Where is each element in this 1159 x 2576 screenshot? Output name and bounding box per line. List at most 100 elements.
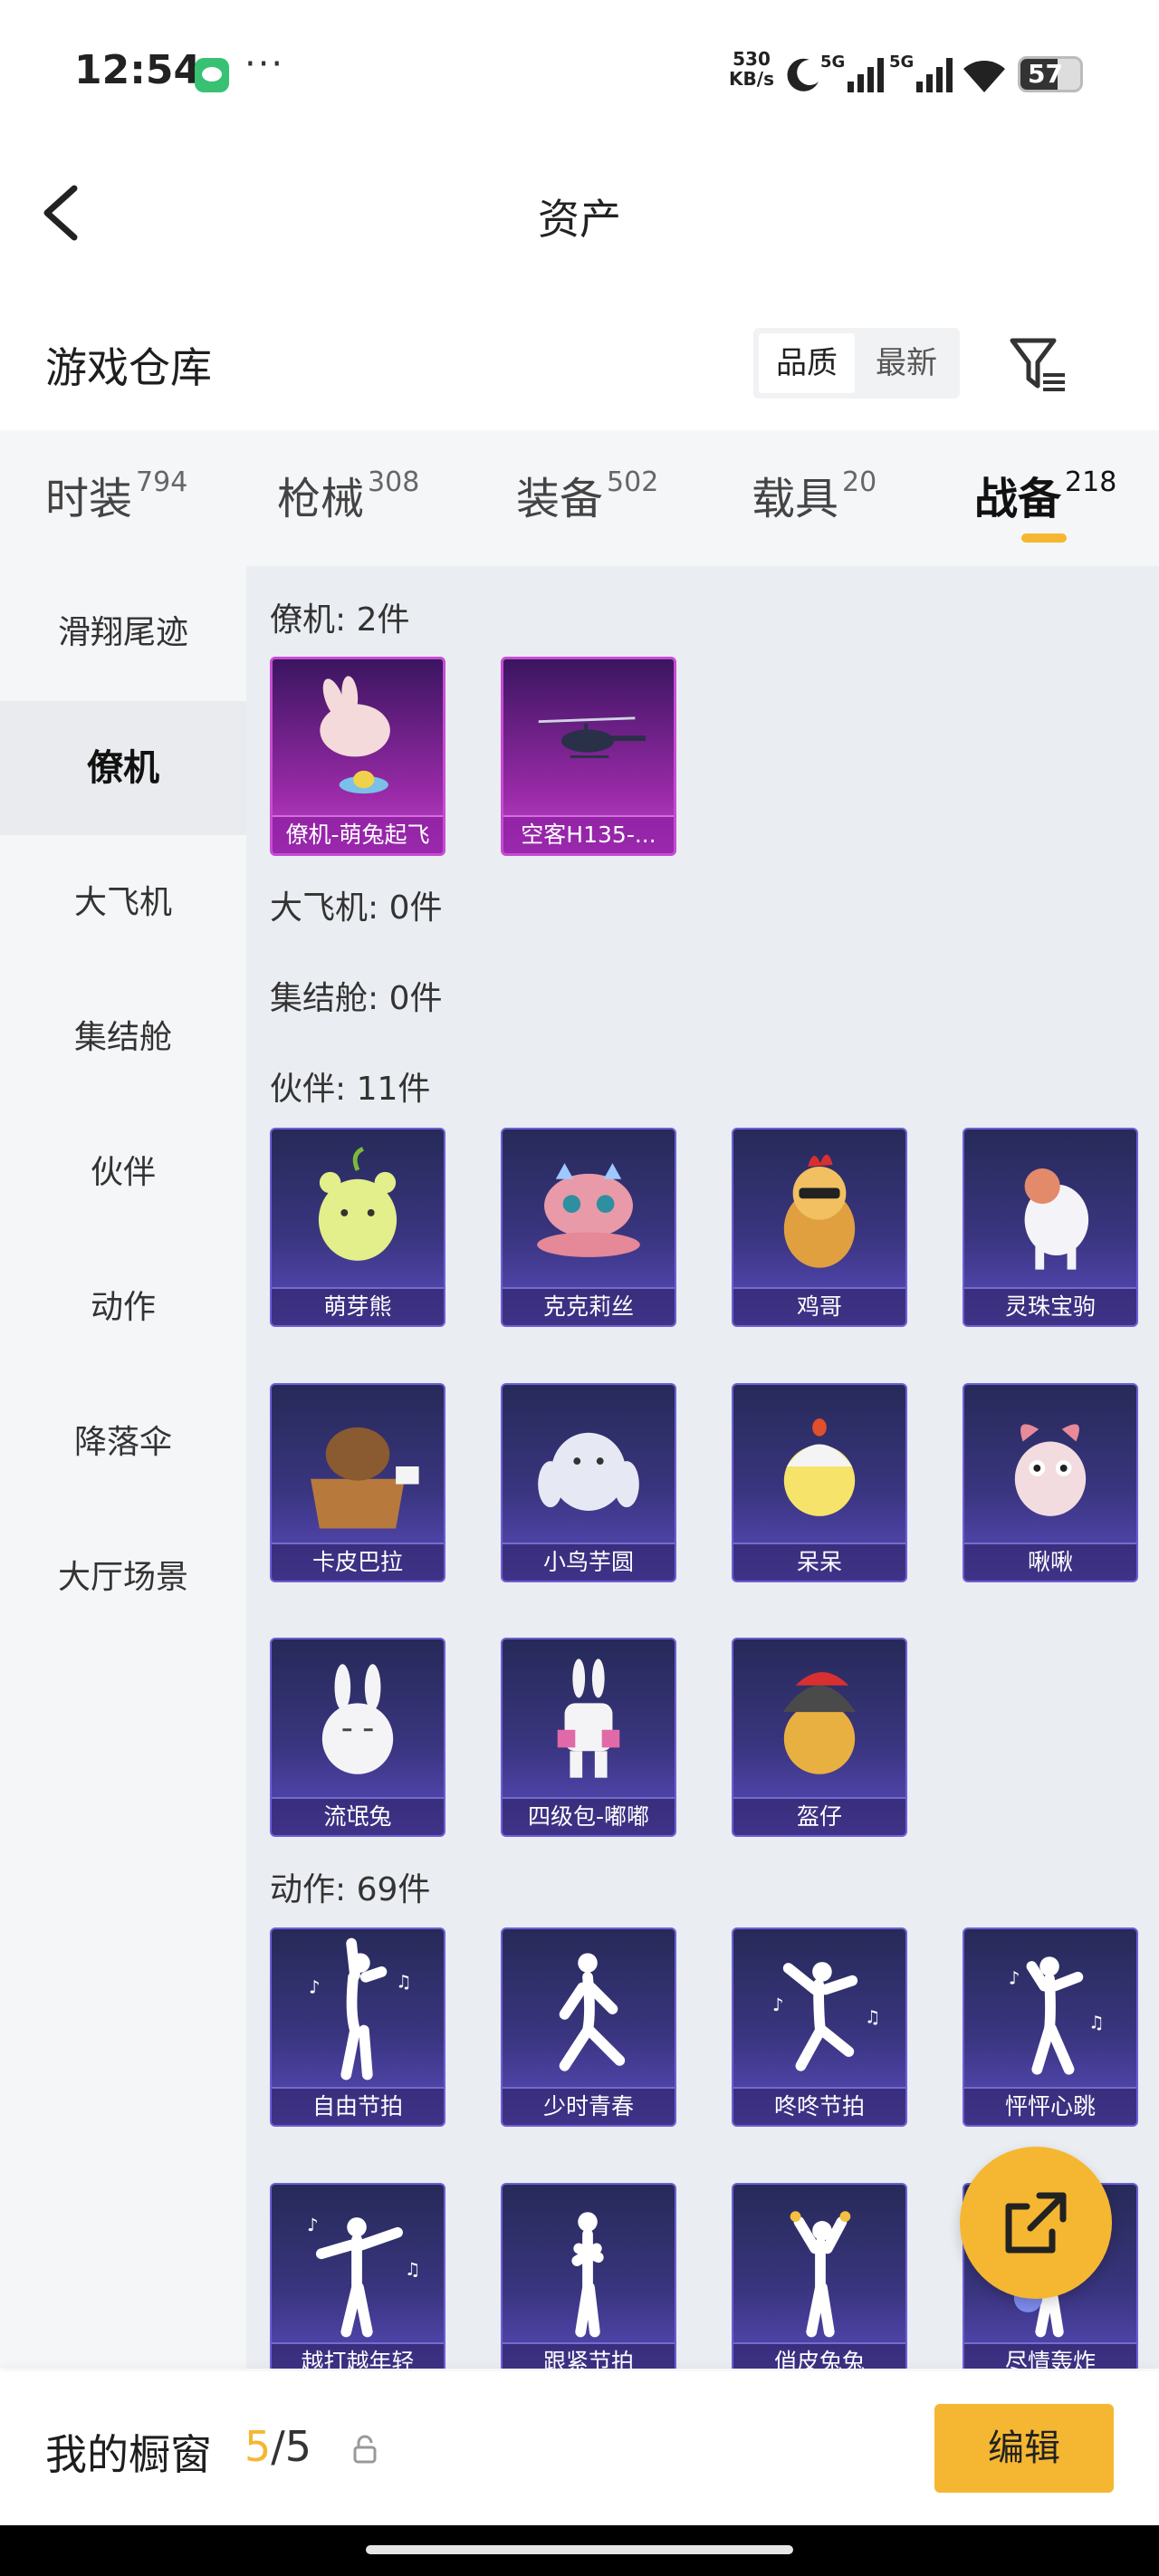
share-floating-button[interactable]	[960, 2147, 1112, 2299]
item-card-label: 跟紧节拍	[503, 2342, 675, 2369]
app-header: 资产	[0, 145, 1159, 281]
tab-label: 枪械	[277, 474, 365, 524]
lingzhu-pony-image	[1024, 1168, 1089, 1270]
signal-5g-icon-1: 5G	[820, 53, 884, 92]
item-card-label: 俏皮兔兔	[733, 2342, 905, 2369]
tab-fashion[interactable]: 时装 794	[45, 463, 187, 526]
warehouse-title-row: 游戏仓库 品质 最新	[0, 308, 1159, 421]
item-card-label: 盔仔	[733, 1797, 905, 1835]
item-card-action[interactable]: 少时青春	[501, 1927, 676, 2127]
item-card-partner[interactable]: 四级包-嘟嘟	[501, 1638, 676, 1837]
tab-equipment[interactable]: 装备 502	[516, 463, 658, 526]
group-label-gather-pod: 集结舱: 0件	[270, 980, 443, 1017]
tab-vehicles[interactable]: 载具 20	[752, 463, 876, 526]
dancer-pose-image	[790, 2211, 851, 2338]
network-speed-unit: KB/s	[729, 68, 774, 90]
network-speed: 530 KB/s	[724, 49, 779, 89]
tab-count: 502	[607, 466, 659, 498]
svg-text:♪: ♪	[1009, 1968, 1020, 1989]
sidebar-item-action[interactable]: 动作	[0, 1241, 246, 1375]
tab-guns[interactable]: 枪械 308	[277, 463, 419, 526]
filter-icon[interactable]	[1007, 333, 1070, 397]
home-indicator[interactable]	[366, 2545, 793, 2554]
dancer-pose-image: ♪♫	[1009, 1956, 1105, 2075]
dancer-pose-image: ♪♫	[772, 1962, 881, 2071]
sub-category-sidebar: 滑翔尾迹 僚机 大飞机 集结舱 伙伴 动作 降落伞 大厅场景	[0, 566, 246, 2369]
item-card-partner[interactable]: 流氓兔	[270, 1638, 445, 1837]
item-card-label: 啾啾	[964, 1543, 1136, 1581]
share-external-icon	[1005, 2192, 1067, 2254]
network-speed-value: 530	[733, 48, 771, 70]
showcase-total: /5	[271, 2422, 312, 2471]
svg-text:♫: ♫	[865, 2007, 881, 2028]
signal-5g-icon-2: 5G	[889, 53, 953, 92]
item-card-partner[interactable]: 卡皮巴拉	[270, 1383, 445, 1582]
item-card-partner[interactable]: 鸡哥	[732, 1128, 907, 1327]
sidebar-item-big-plane[interactable]: 大飞机	[0, 836, 246, 970]
item-card-label: 灵珠宝驹	[964, 1287, 1136, 1325]
category-tabs: 时装 794 枪械 308 装备 502 载具 20 战备 218	[0, 430, 1159, 566]
item-card-label: 萌芽熊	[272, 1287, 444, 1325]
group-label-wingman: 僚机: 2件	[270, 601, 410, 639]
helmet-chick-image	[782, 1672, 857, 1774]
item-card-label: 呆呆	[733, 1543, 905, 1581]
item-card-label: 僚机-萌兔起飞	[273, 815, 443, 853]
item-card-partner[interactable]: 呆呆	[732, 1383, 907, 1582]
item-card-action[interactable]: 俏皮兔兔	[732, 2183, 907, 2369]
lock-icon	[353, 2435, 377, 2464]
item-card-action[interactable]: ♪ ♫ 怦怦心跳	[963, 1927, 1138, 2127]
item-card-partner[interactable]: 盔仔	[732, 1638, 907, 1837]
svg-text:♪: ♪	[772, 1994, 784, 2015]
sort-by-newest-button[interactable]: 最新	[858, 333, 954, 393]
tab-count: 794	[136, 466, 188, 498]
sidebar-item-glide-trail[interactable]: 滑翔尾迹	[0, 566, 246, 700]
item-card-partner[interactable]: 啾啾	[963, 1383, 1138, 1582]
item-card-label: 卡皮巴拉	[272, 1543, 444, 1581]
item-card-label: 鸡哥	[733, 1287, 905, 1325]
level-4-bag-dudu-image	[557, 1658, 620, 1778]
wifi-icon	[963, 61, 1005, 92]
item-card-partner[interactable]: 萌芽熊	[270, 1128, 445, 1327]
sort-by-quality-button[interactable]: 品质	[759, 333, 855, 393]
item-card-label: 怦怦心跳	[964, 2087, 1136, 2125]
tab-count: 218	[1065, 466, 1117, 498]
system-navigation-bar	[0, 2525, 1159, 2576]
item-card-label: 空客H135-...	[503, 815, 674, 853]
item-card-action[interactable]: ♪ ♫ 自由节拍	[270, 1927, 445, 2127]
item-card-label: 流氓兔	[272, 1797, 444, 1835]
helicopter-image	[538, 716, 646, 758]
showcase-bar: 我的橱窗 5/5 编辑	[0, 2371, 1159, 2525]
sidebar-item-gather-pod[interactable]: 集结舱	[0, 971, 246, 1105]
sidebar-item-wingman[interactable]: 僚机	[0, 701, 246, 835]
item-card-partner[interactable]: 克克莉丝	[501, 1128, 676, 1327]
item-card-partner[interactable]: 小鸟芋圆	[501, 1383, 676, 1582]
chicken-brother-image	[783, 1154, 856, 1268]
item-card-label: 少时青春	[503, 2087, 675, 2125]
status-time: 12:54	[74, 47, 202, 93]
edit-showcase-button[interactable]: 编辑	[934, 2404, 1114, 2493]
sidebar-item-parachute[interactable]: 降落伞	[0, 1376, 246, 1510]
tab-label: 装备	[516, 474, 604, 524]
item-card-label: 克克莉丝	[503, 1287, 675, 1325]
group-label-big-plane: 大飞机: 0件	[270, 889, 443, 927]
item-card-label: 四级包-嘟嘟	[503, 1797, 675, 1835]
tab-tactical[interactable]: 战备 218	[974, 463, 1116, 526]
item-card-label: 咚咚节拍	[733, 2087, 905, 2125]
item-card-wingman-h135[interactable]: 空客H135-...	[501, 657, 676, 856]
item-card-action[interactable]: ♪ ♫ 咚咚节拍	[732, 1927, 907, 2127]
item-card-wingman-bunny[interactable]: 僚机-萌兔起飞	[270, 657, 445, 856]
svg-text:♫: ♫	[396, 1972, 412, 1993]
dancer-pose-image	[571, 2212, 604, 2338]
group-label-action: 动作: 69件	[270, 1871, 431, 1908]
item-card-action[interactable]: 跟紧节拍	[501, 2183, 676, 2369]
group-label-partner: 伙伴: 11件	[270, 1071, 431, 1108]
sidebar-item-lobby-scene[interactable]: 大厅场景	[0, 1511, 246, 1645]
tab-label: 战备	[974, 474, 1062, 524]
sidebar-item-partner[interactable]: 伙伴	[0, 1106, 246, 1240]
item-card-partner[interactable]: 灵珠宝驹	[963, 1128, 1138, 1327]
active-tab-indicator	[1021, 533, 1067, 543]
warehouse-title: 游戏仓库	[45, 343, 212, 392]
item-card-action[interactable]: ♪ ♫ 越打越年轻	[270, 2183, 445, 2369]
showcase-count: 5/5	[244, 2422, 311, 2471]
item-card-label: 自由节拍	[272, 2087, 444, 2125]
